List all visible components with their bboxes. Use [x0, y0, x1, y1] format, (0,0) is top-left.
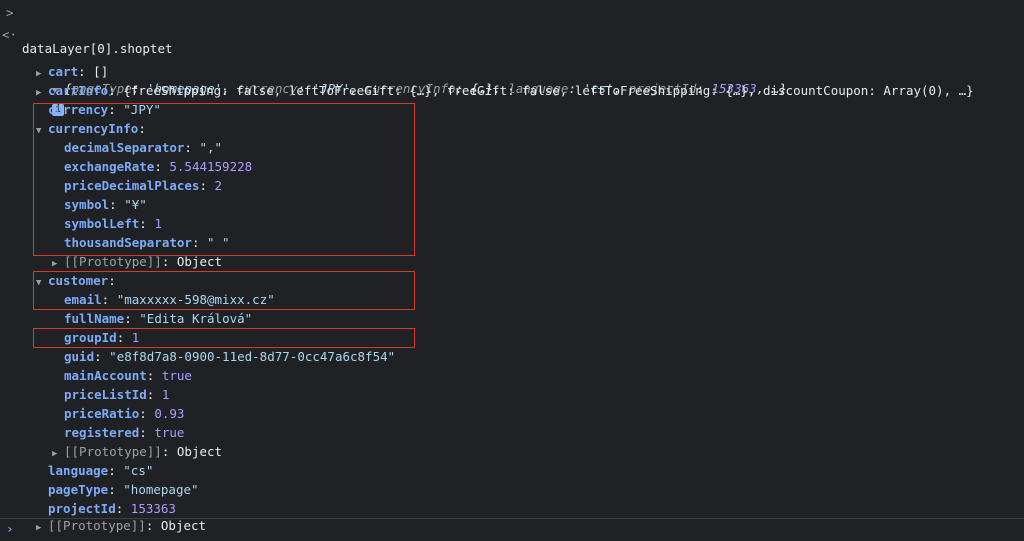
row-decimalSeparator: decimalSeparator: "," — [64, 140, 223, 155]
return-arrow-icon: <· — [2, 27, 18, 42]
row-customer[interactable]: ▼ customer: — [0, 254, 1024, 288]
row-registered: registered: true — [64, 425, 185, 440]
row-priceRatio: priceRatio: 0.93 — [64, 406, 185, 421]
row-priceListId: priceListId: 1 — [64, 387, 170, 402]
row-groupId: groupId: 1 — [64, 330, 140, 345]
row-prototype[interactable]: ▶ [[Prototype]]: Object — [0, 499, 1024, 533]
console-prompt[interactable]: › — [6, 521, 14, 536]
row-currencyInfo[interactable]: ▼ currencyInfo: — [0, 102, 1024, 136]
row-pageType: pageType: "homepage" — [48, 482, 199, 497]
expand-triangle-icon[interactable]: ▶ — [36, 519, 48, 537]
result-summary-line[interactable]: <· ▼ {pageType: 'homepage', currency: 'JP… — [0, 26, 1024, 116]
row-exchangeRate: exchangeRate: 5.544159228 — [64, 159, 253, 174]
row-symbolLeft: symbolLeft: 1 — [64, 216, 162, 231]
row-thousandSeparator: thousandSeparator: " " — [64, 235, 230, 250]
row-cartInfo[interactable]: ▶ cartInfo: {freeShipping: false, leftToF… — [0, 64, 1024, 98]
row-guid: guid: "e8f8d7a8-0900-11ed-8d77-0cc47a6c8… — [64, 349, 396, 364]
prompt-chevron-icon: › — [6, 521, 14, 536]
row-fullName: fullName: "Edita Králová" — [64, 311, 253, 326]
row-projectId: projectId: 153363 — [48, 501, 176, 516]
row-cart[interactable]: ▶ cart: [] — [0, 45, 1024, 79]
row-currency: currency: "JPY" — [48, 102, 161, 117]
row-email: email: "maxxxxx-598@mixx.cz" — [64, 292, 275, 307]
row-prototype[interactable]: ▶ [[Prototype]]: Object — [0, 425, 1024, 459]
row-symbol: symbol: "¥" — [64, 197, 147, 212]
row-prototype[interactable]: ▶ [[Prototype]]: Object — [0, 235, 1024, 269]
input-prompt-icon: > — [6, 5, 14, 20]
console-input-line: > dataLayer[0].shoptet — [0, 4, 1024, 56]
console-divider — [0, 518, 1024, 519]
row-priceDecimalPlaces: priceDecimalPlaces: 2 — [64, 178, 223, 193]
row-mainAccount: mainAccount: true — [64, 368, 192, 383]
row-language: language: "cs" — [48, 463, 154, 478]
